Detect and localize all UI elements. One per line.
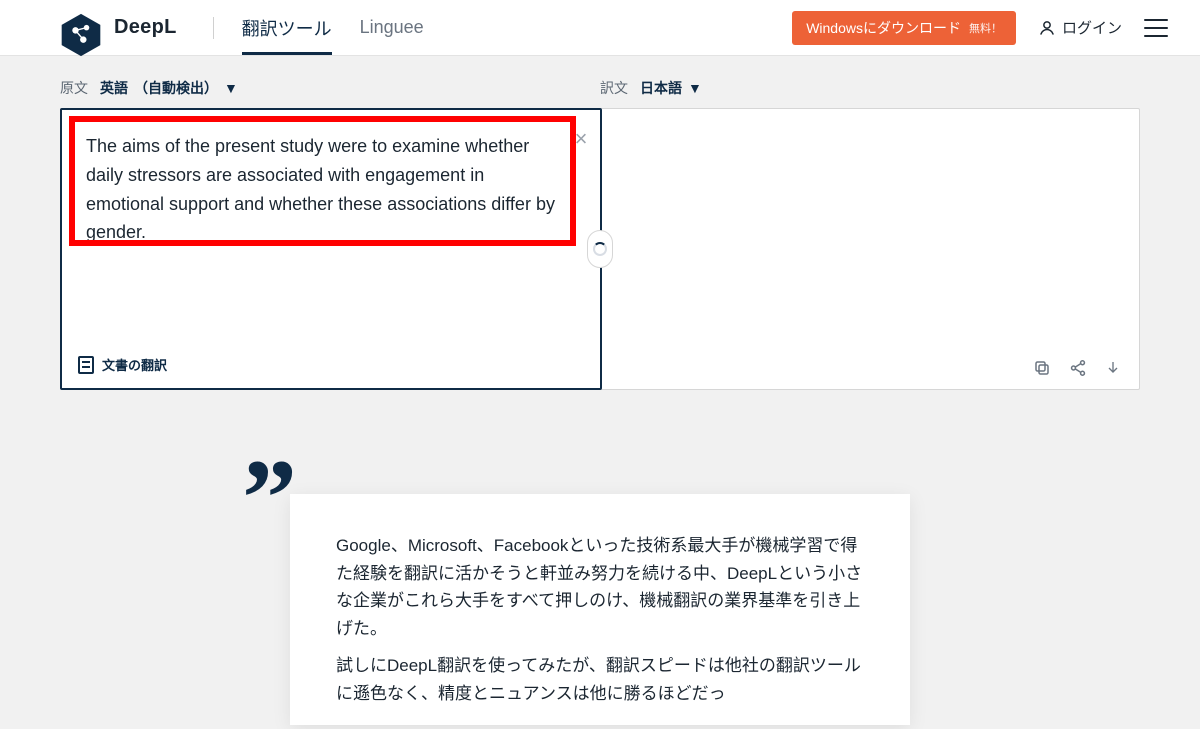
- nav-translate[interactable]: 翻訳ツール: [242, 0, 332, 55]
- header-right: Windowsにダウンロード 無料！ ログイン: [792, 11, 1168, 45]
- nav-linguee[interactable]: Linguee: [360, 0, 424, 55]
- target-lang-name: 日本語: [640, 78, 682, 98]
- copy-icon[interactable]: [1033, 359, 1051, 377]
- divider: [213, 17, 214, 39]
- document-icon: [78, 356, 94, 374]
- document-translate-button[interactable]: 文書の翻訳: [78, 355, 167, 374]
- source-pane: × 文書の翻訳: [60, 108, 602, 390]
- translator-section: 原文 英語 （自動検出） ▼ 訳文 日本語 ▼ × 文書の翻訳: [0, 56, 1200, 438]
- loading-spinner-icon: [593, 242, 607, 256]
- logo[interactable]: DeepL: [58, 8, 177, 48]
- source-lang-name: 英語: [100, 78, 128, 98]
- source-lang-detect: （自動検出）: [134, 78, 218, 98]
- language-row: 原文 英語 （自動検出） ▼ 訳文 日本語 ▼: [60, 78, 1140, 98]
- source-label: 原文: [60, 78, 88, 98]
- output-actions: [1033, 359, 1121, 377]
- login-button[interactable]: ログイン: [1038, 17, 1122, 38]
- quote-mark-icon: ”: [242, 460, 297, 537]
- user-icon: [1038, 19, 1056, 37]
- target-label: 訳文: [600, 78, 628, 98]
- testimonial-paragraph: Google、Microsoft、Facebookといった技術系最大手が機械学習…: [336, 532, 864, 642]
- chevron-down-icon: ▼: [688, 80, 702, 96]
- target-lang-cell: 訳文 日本語 ▼: [600, 78, 1140, 98]
- source-lang-cell: 原文 英語 （自動検出） ▼: [60, 78, 600, 98]
- testimonial-card: ” Google、Microsoft、Facebookといった技術系最大手が機械…: [290, 494, 910, 725]
- top-header: DeepL 翻訳ツール Linguee Windowsにダウンロード 無料！ ロ…: [0, 0, 1200, 56]
- clear-source-icon[interactable]: ×: [570, 128, 592, 150]
- target-lang-selector[interactable]: 日本語 ▼: [640, 78, 702, 98]
- source-textarea[interactable]: [62, 110, 600, 388]
- chevron-down-icon: ▼: [224, 80, 238, 96]
- download-cta-label: Windowsにダウンロード: [806, 18, 961, 38]
- share-icon[interactable]: [1069, 359, 1087, 377]
- download-icon[interactable]: [1105, 359, 1121, 377]
- logo-icon: [58, 12, 104, 52]
- target-pane: [601, 109, 1139, 389]
- menu-icon[interactable]: [1144, 19, 1168, 37]
- testimonial-section: ” Google、Microsoft、Facebookといった技術系最大手が機械…: [0, 438, 1200, 725]
- download-cta-badge: 無料！: [969, 20, 1002, 36]
- brand-name: DeepL: [114, 16, 177, 39]
- testimonial-paragraph: 試しにDeepL翻訳を使ってみたが、翻訳スピードは他社の翻訳ツールに遜色なく、精…: [336, 652, 864, 707]
- document-translate-label: 文書の翻訳: [102, 355, 167, 374]
- testimonial-body: Google、Microsoft、Facebookといった技術系最大手が機械学習…: [336, 532, 864, 707]
- translator-panes: × 文書の翻訳: [60, 108, 1140, 390]
- swap-languages-button[interactable]: [587, 230, 613, 268]
- primary-nav: 翻訳ツール Linguee: [242, 0, 424, 55]
- download-cta[interactable]: Windowsにダウンロード 無料！: [792, 11, 1016, 45]
- login-label: ログイン: [1062, 17, 1122, 38]
- source-lang-selector[interactable]: 英語 （自動検出） ▼: [100, 78, 238, 98]
